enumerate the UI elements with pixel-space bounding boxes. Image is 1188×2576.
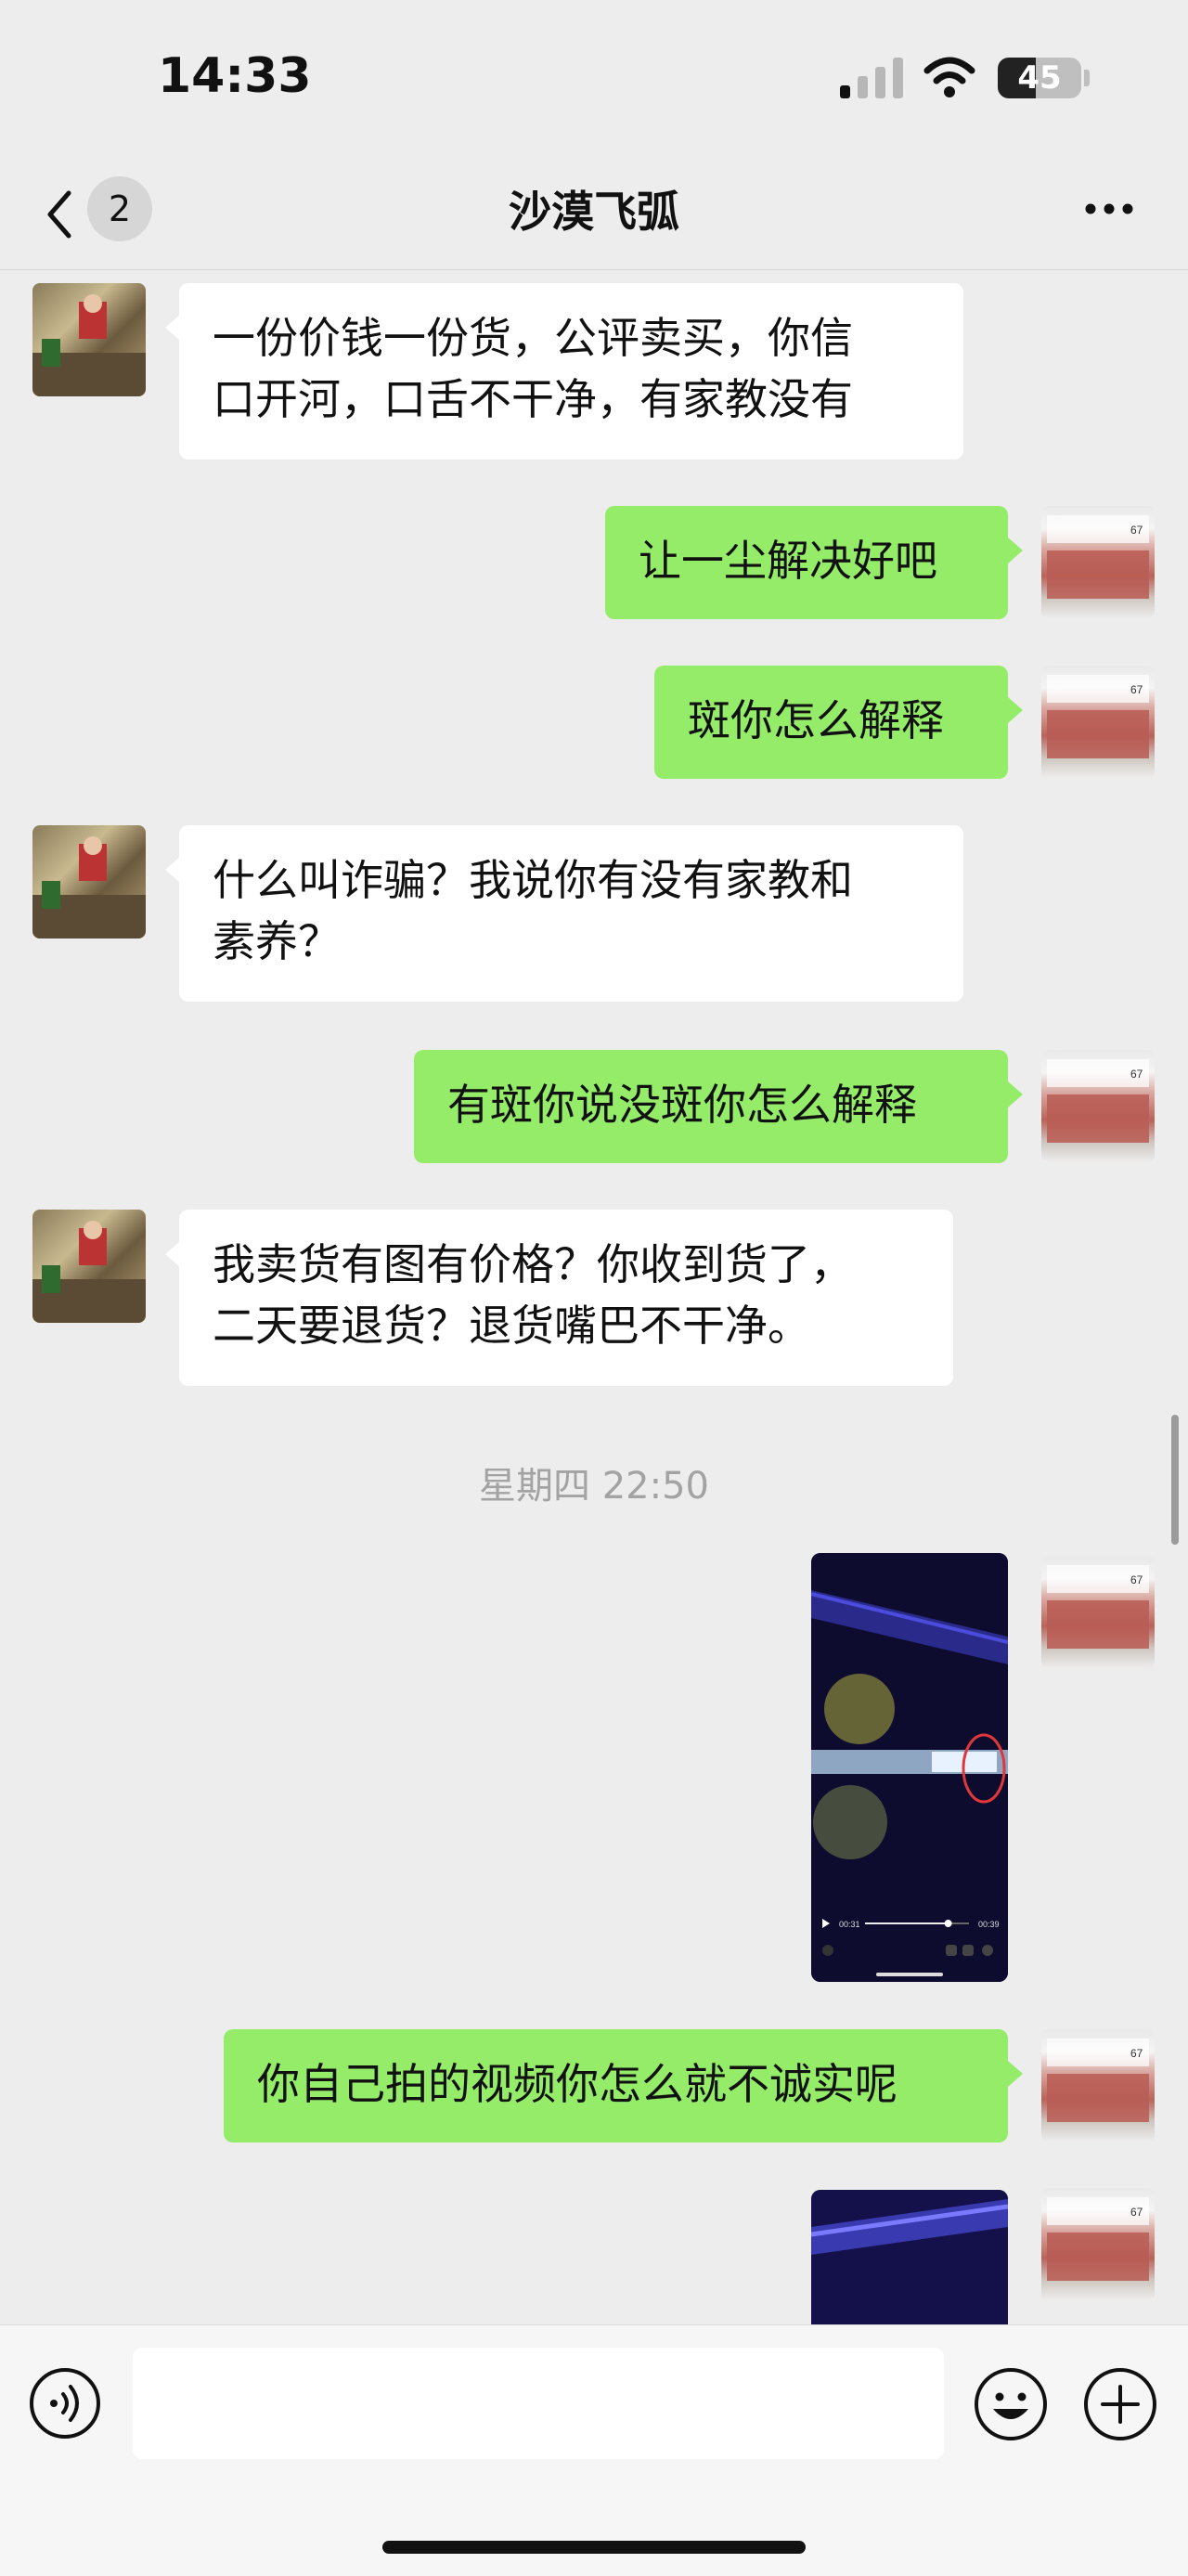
svg-text:67: 67 bbox=[1130, 1068, 1143, 1081]
video-message[interactable]: 00:31 00:39 bbox=[811, 1553, 1008, 1982]
message-bubble-outgoing[interactable]: 你自己拍的视频你怎么就不诚实呢 bbox=[224, 2029, 1008, 2142]
contact-avatar[interactable] bbox=[32, 283, 146, 396]
my-avatar[interactable]: 67 bbox=[1041, 506, 1155, 619]
voice-input-icon[interactable] bbox=[28, 2366, 102, 2440]
message-bubble-incoming[interactable]: 我卖货有图有价格？你收到货了， 二天要退货？退货嘴巴不干净。 bbox=[179, 1210, 953, 1386]
message-input[interactable] bbox=[133, 2348, 944, 2459]
scroll-indicator[interactable] bbox=[1171, 1415, 1179, 1545]
my-avatar[interactable]: 67 bbox=[1041, 666, 1155, 779]
message-bubble-outgoing[interactable]: 让一尘解决好吧 bbox=[605, 506, 1008, 619]
wifi-icon bbox=[923, 57, 975, 97]
battery-tip bbox=[1084, 70, 1090, 86]
my-avatar[interactable]: 67 bbox=[1041, 1556, 1155, 1669]
message-bubble-outgoing[interactable]: 斑你怎么解释 bbox=[654, 666, 1008, 779]
video-duration: 00:39 bbox=[978, 1920, 1000, 1929]
contact-avatar[interactable] bbox=[32, 825, 146, 938]
cellular-signal-icon bbox=[840, 58, 905, 98]
svg-text:67: 67 bbox=[1130, 2206, 1143, 2219]
chat-input-bar bbox=[0, 2324, 1188, 2576]
message-timestamp: 星期四 22:50 bbox=[479, 1465, 709, 1508]
my-avatar[interactable]: 67 bbox=[1041, 2029, 1155, 2142]
message-bubble-outgoing[interactable]: 有斑你说没斑你怎么解释 bbox=[414, 1050, 1008, 1163]
contact-avatar[interactable] bbox=[32, 1210, 146, 1323]
message-list[interactable]: 一份价钱一份货，公评卖买，你信 口开河，口舌不干净，有家教没有 67 让一尘解决… bbox=[0, 270, 1188, 2324]
status-time: 14:33 bbox=[158, 48, 312, 104]
chat-title: 沙漠飞弧 bbox=[509, 187, 679, 237]
status-bar: 14:33 45 bbox=[0, 0, 1188, 158]
plus-icon[interactable] bbox=[1082, 2366, 1158, 2442]
svg-text:67: 67 bbox=[1130, 2047, 1143, 2060]
chat-nav-bar: 2 沙漠飞弧 bbox=[0, 158, 1188, 270]
emoji-icon[interactable] bbox=[973, 2366, 1049, 2442]
message-bubble-incoming[interactable]: 什么叫诈骗？我说你有没有家教和 素养？ bbox=[179, 825, 963, 1002]
battery-percent: 45 bbox=[1017, 59, 1062, 97]
home-indicator bbox=[382, 2541, 806, 2554]
my-avatar[interactable]: 67 bbox=[1041, 2188, 1155, 2301]
video-scrubber-handle[interactable] bbox=[944, 1920, 952, 1927]
message-bubble-incoming[interactable]: 一份价钱一份货，公评卖买，你信 口开河，口舌不干净，有家教没有 bbox=[179, 283, 963, 460]
video-elapsed-time: 00:31 bbox=[839, 1920, 860, 1929]
svg-text:67: 67 bbox=[1130, 524, 1143, 537]
svg-text:67: 67 bbox=[1130, 683, 1143, 696]
battery-icon: 45 bbox=[998, 58, 1081, 98]
video-message[interactable] bbox=[811, 2190, 1008, 2324]
my-avatar[interactable]: 67 bbox=[1041, 1050, 1155, 1163]
more-options-icon[interactable] bbox=[1081, 190, 1137, 227]
svg-text:67: 67 bbox=[1130, 1573, 1143, 1586]
